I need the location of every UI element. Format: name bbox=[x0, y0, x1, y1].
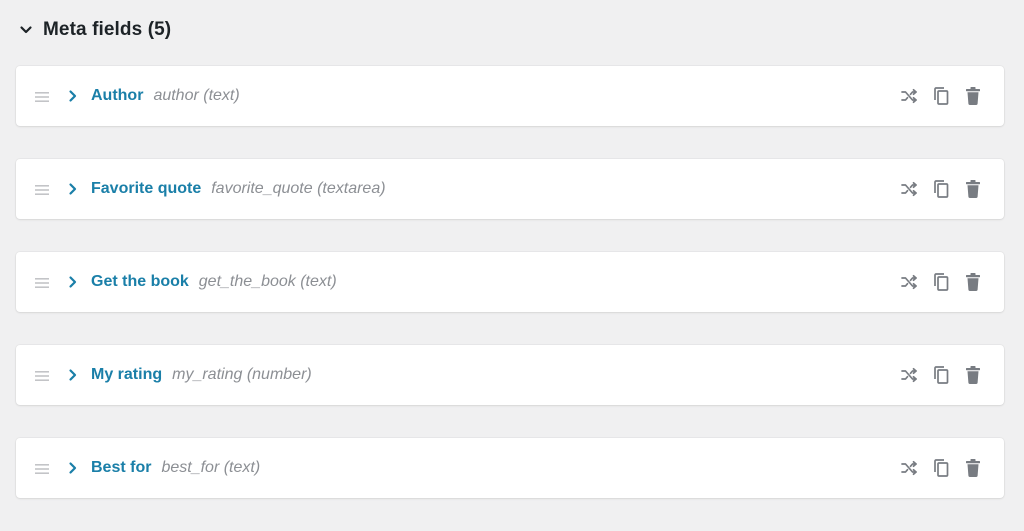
field-row: Best for best_for (text) bbox=[16, 438, 1004, 498]
field-meta: best_for (text) bbox=[161, 459, 261, 476]
shuffle-icon[interactable] bbox=[898, 178, 920, 200]
field-actions bbox=[898, 271, 984, 293]
field-text: Best for best_for (text) bbox=[91, 438, 260, 498]
drag-handle-icon[interactable] bbox=[35, 90, 49, 102]
field-actions bbox=[898, 178, 984, 200]
field-actions bbox=[898, 457, 984, 479]
chevron-right-icon[interactable] bbox=[66, 368, 80, 382]
shuffle-icon[interactable] bbox=[898, 271, 920, 293]
field-row: Author author (text) bbox=[16, 66, 1004, 126]
field-meta: favorite_quote (textarea) bbox=[211, 180, 386, 197]
chevron-right-icon[interactable] bbox=[66, 182, 80, 196]
chevron-right-icon[interactable] bbox=[66, 89, 80, 103]
drag-handle-icon[interactable] bbox=[35, 369, 49, 381]
field-text: Author author (text) bbox=[91, 66, 240, 126]
field-row: Get the book get_the_book (text) bbox=[16, 252, 1004, 312]
field-label[interactable]: Get the book bbox=[91, 273, 189, 291]
field-text: Favorite quote favorite_quote (textarea) bbox=[91, 159, 386, 219]
shuffle-icon[interactable] bbox=[898, 85, 920, 107]
shuffle-icon[interactable] bbox=[898, 364, 920, 386]
field-label[interactable]: Favorite quote bbox=[91, 180, 201, 198]
copy-icon[interactable] bbox=[930, 85, 952, 107]
trash-icon[interactable] bbox=[962, 364, 984, 386]
meta-fields-section: Meta fields (5) Author author (text) Fav… bbox=[0, 0, 1024, 521]
meta-fields-toggle[interactable]: Meta fields (5) bbox=[18, 17, 171, 43]
chevron-right-icon[interactable] bbox=[66, 275, 80, 289]
chevron-right-icon[interactable] bbox=[66, 461, 80, 475]
trash-icon[interactable] bbox=[962, 457, 984, 479]
drag-handle-icon[interactable] bbox=[35, 462, 49, 474]
field-actions bbox=[898, 364, 984, 386]
drag-handle-icon[interactable] bbox=[35, 183, 49, 195]
copy-icon[interactable] bbox=[930, 457, 952, 479]
section-title: Meta fields (5) bbox=[43, 19, 171, 41]
chevron-down-icon[interactable] bbox=[18, 22, 34, 38]
field-label[interactable]: Best for bbox=[91, 459, 151, 477]
trash-icon[interactable] bbox=[962, 271, 984, 293]
field-count: (5) bbox=[147, 19, 172, 40]
field-label[interactable]: Author bbox=[91, 87, 143, 105]
field-row: My rating my_rating (number) bbox=[16, 345, 1004, 405]
field-row: Favorite quote favorite_quote (textarea) bbox=[16, 159, 1004, 219]
fields-list: Author author (text) Favorite quote favo… bbox=[16, 66, 1004, 531]
field-label[interactable]: My rating bbox=[91, 366, 162, 384]
copy-icon[interactable] bbox=[930, 271, 952, 293]
field-meta: my_rating (number) bbox=[172, 366, 312, 383]
field-meta: get_the_book (text) bbox=[198, 273, 337, 290]
shuffle-icon[interactable] bbox=[898, 457, 920, 479]
trash-icon[interactable] bbox=[962, 178, 984, 200]
trash-icon[interactable] bbox=[962, 85, 984, 107]
field-meta: author (text) bbox=[153, 87, 240, 104]
field-text: My rating my_rating (number) bbox=[91, 345, 312, 405]
copy-icon[interactable] bbox=[930, 364, 952, 386]
drag-handle-icon[interactable] bbox=[35, 276, 49, 288]
copy-icon[interactable] bbox=[930, 178, 952, 200]
field-text: Get the book get_the_book (text) bbox=[91, 252, 337, 312]
field-actions bbox=[898, 85, 984, 107]
section-title-text: Meta fields bbox=[43, 19, 143, 40]
